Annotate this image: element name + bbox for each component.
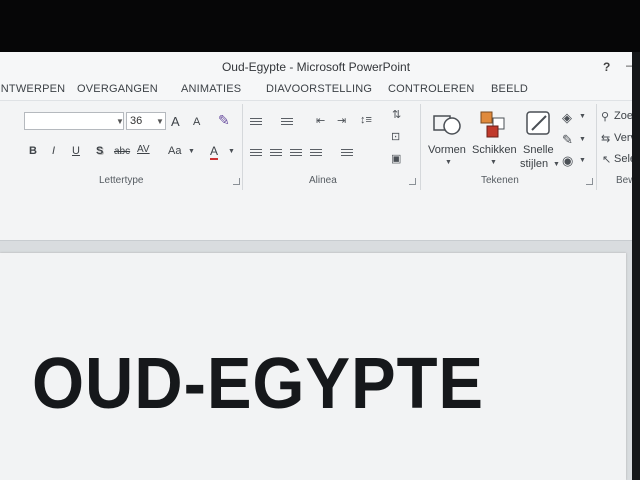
align-left-icon[interactable]: [250, 149, 262, 159]
help-button[interactable]: ?: [603, 60, 610, 74]
align-right-icon[interactable]: [290, 149, 302, 159]
align-center-icon[interactable]: [270, 149, 282, 159]
line-spacing-icon[interactable]: ↕≡: [360, 114, 372, 126]
tab-diavoorstelling[interactable]: DIAVOORSTELLING: [266, 83, 372, 95]
slide-title[interactable]: OUD-EGYPTE: [32, 343, 484, 425]
decrease-indent-icon[interactable]: ⇤: [316, 114, 325, 127]
replace-button[interactable]: Verv: [614, 132, 632, 144]
align-text-icon[interactable]: ⊡: [391, 130, 400, 143]
window-title: Oud-Egypte - Microsoft PowerPoint: [221, 60, 411, 74]
chevron-down-icon[interactable]: ▼: [228, 148, 235, 155]
quick-styles-button[interactable]: Snelle: [523, 144, 554, 156]
bullets-icon[interactable]: [250, 118, 262, 128]
clear-formatting-icon[interactable]: ✎: [218, 112, 230, 129]
strikethrough-button[interactable]: abc: [114, 146, 130, 157]
increase-indent-icon[interactable]: ⇥: [337, 114, 346, 127]
arrange-button[interactable]: Schikken: [472, 144, 517, 156]
monitor-edge: [632, 52, 640, 480]
chevron-down-icon[interactable]: ▼: [579, 113, 586, 120]
paragraph-dialog-launcher-icon[interactable]: [409, 178, 416, 185]
slide-canvas[interactable]: OUD-EGYPTE: [0, 253, 626, 480]
shrink-font-button[interactable]: A: [193, 116, 200, 128]
binoculars-icon[interactable]: ⚲: [601, 110, 609, 123]
monitor-bezel: [0, 0, 640, 52]
shadow-button[interactable]: S: [96, 145, 103, 157]
shapes-button[interactable]: Vormen: [428, 144, 466, 156]
chevron-down-icon[interactable]: ▼: [553, 161, 560, 168]
ribbon-tabs: ONTWERPEN OVERGANGEN ANIMATIES DIAVOORST…: [0, 80, 632, 100]
numbering-icon[interactable]: [281, 118, 293, 128]
chevron-down-icon[interactable]: ▼: [156, 117, 164, 126]
tab-ontwerpen[interactable]: ONTWERPEN: [0, 83, 65, 95]
justify-icon[interactable]: [310, 149, 322, 159]
underline-button[interactable]: U: [72, 145, 80, 157]
quick-styles-button-line2[interactable]: stijlen: [520, 158, 548, 170]
change-case-button[interactable]: Aa: [168, 145, 181, 157]
font-name-input[interactable]: [24, 112, 124, 130]
drawing-dialog-launcher-icon[interactable]: [586, 178, 593, 185]
quick-styles-icon[interactable]: [524, 108, 554, 140]
tab-controleren[interactable]: CONTROLEREN: [388, 83, 475, 95]
tab-beeld[interactable]: BEELD: [491, 83, 528, 95]
select-button[interactable]: Sele: [614, 153, 632, 165]
replace-icon[interactable]: ⇆: [601, 132, 610, 145]
chevron-down-icon[interactable]: ▼: [116, 117, 124, 126]
bold-button[interactable]: B: [29, 145, 37, 157]
chevron-down-icon[interactable]: ▼: [188, 148, 195, 155]
columns-icon[interactable]: [341, 149, 353, 159]
shape-outline-icon[interactable]: ✎: [562, 132, 573, 148]
paragraph-group-label: Alinea: [309, 175, 337, 186]
group-divider: [242, 104, 243, 190]
grow-font-button[interactable]: A: [171, 114, 180, 129]
italic-button[interactable]: I: [52, 145, 55, 157]
shapes-icon[interactable]: [432, 110, 464, 140]
arrange-icon[interactable]: [479, 110, 509, 140]
chevron-down-icon[interactable]: ▼: [490, 159, 497, 166]
font-dialog-launcher-icon[interactable]: [233, 178, 240, 185]
shape-fill-icon[interactable]: ◈: [562, 110, 572, 126]
group-divider: [420, 104, 421, 190]
select-cursor-icon[interactable]: ↖: [602, 153, 611, 166]
group-divider: [596, 104, 597, 190]
editing-group-label: Bew: [616, 175, 632, 186]
slide-editing-area: OUD-EGYPTE: [0, 241, 632, 480]
shape-effects-icon[interactable]: ◉: [562, 153, 573, 169]
title-bar: Oud-Egypte - Microsoft PowerPoint ? –: [0, 52, 632, 80]
drawing-group-label: Tekenen: [481, 175, 519, 186]
chevron-down-icon[interactable]: ▼: [579, 157, 586, 164]
character-spacing-button[interactable]: AV: [137, 144, 150, 155]
powerpoint-window: Oud-Egypte - Microsoft PowerPoint ? – ON…: [0, 52, 632, 480]
text-direction-icon[interactable]: ⇅: [392, 108, 401, 121]
font-group-label: Lettertype: [99, 175, 144, 186]
chevron-down-icon[interactable]: ▼: [579, 136, 586, 143]
tab-animaties[interactable]: ANIMATIES: [181, 83, 241, 95]
find-button[interactable]: Zoek: [614, 110, 632, 122]
chevron-down-icon[interactable]: ▼: [445, 159, 452, 166]
tab-overgangen[interactable]: OVERGANGEN: [77, 83, 158, 95]
font-color-button[interactable]: A: [210, 144, 219, 160]
smartart-icon[interactable]: ▣: [391, 152, 401, 165]
